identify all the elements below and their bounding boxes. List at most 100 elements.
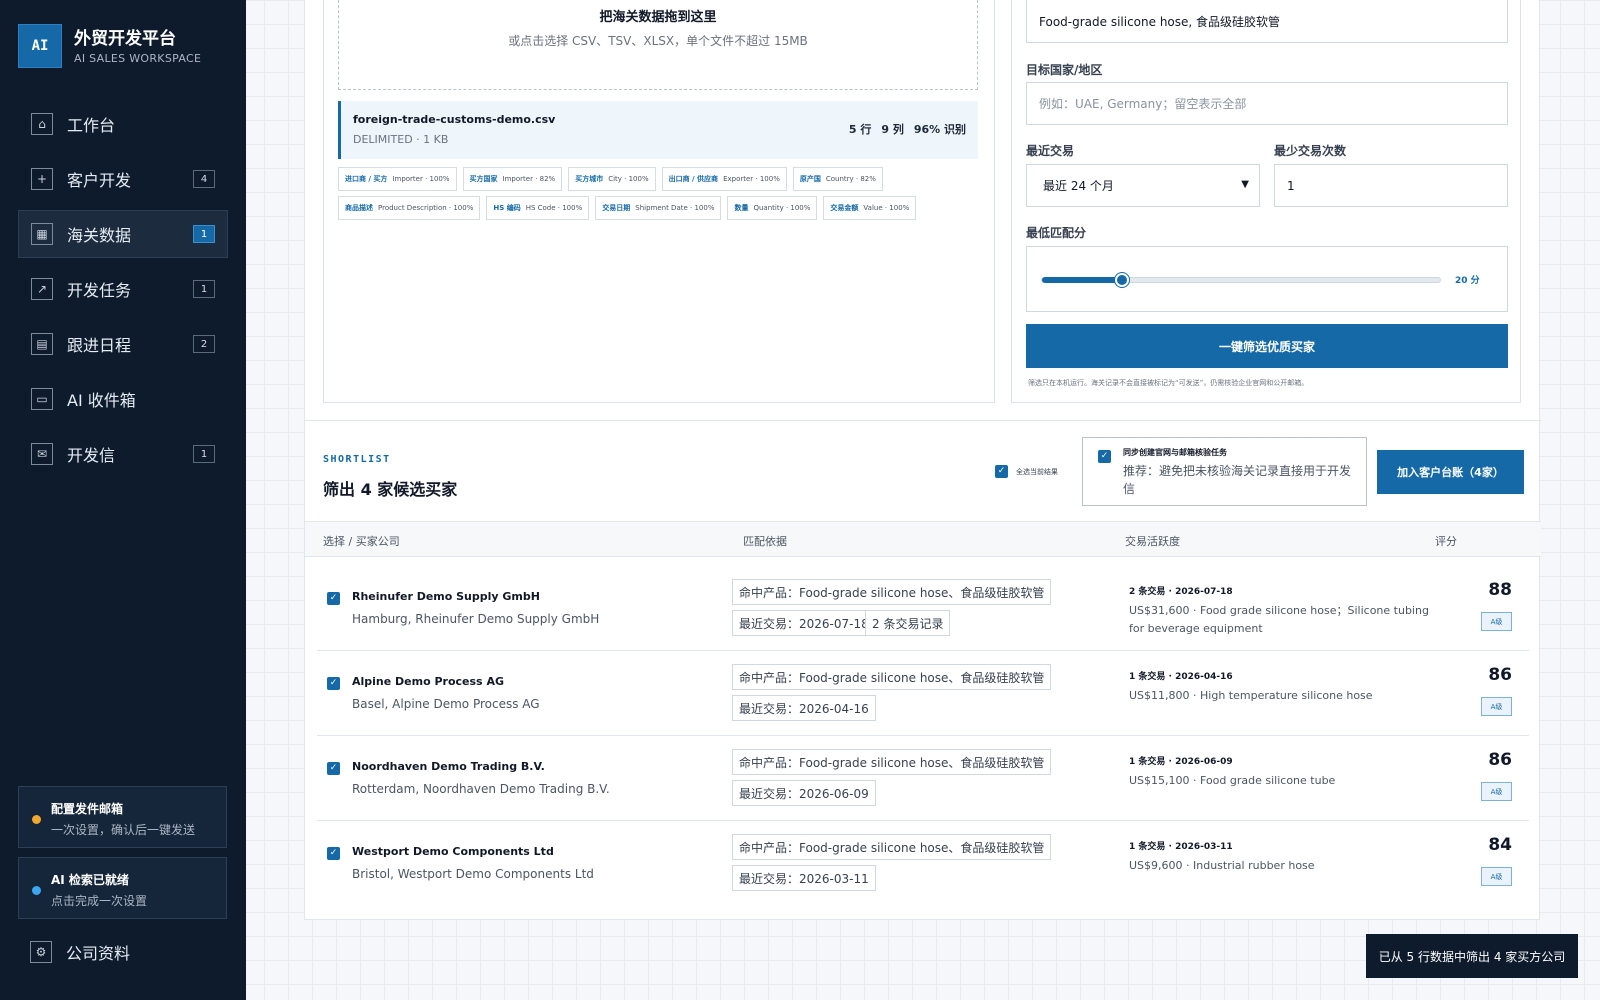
shortlist-title: 筛出 4 家候选买家 — [323, 480, 458, 499]
mapping-tag: 数量 Quantity · 100% — [727, 196, 818, 220]
sidebar-item-company-profile[interactable]: ⚙ 公司资料 — [30, 940, 130, 964]
table-row[interactable]: ✓ Westport Demo Components Ltd Bristol, We… — [317, 821, 1529, 906]
mapping-key: 商品描述 — [345, 204, 373, 212]
sync-verification-option[interactable]: ✓ 同步创建官网与邮箱核验任务 推荐：避免把未核验海关记录直接用于开发信 — [1082, 437, 1367, 506]
match-chip: 最近交易：2026-03-11 — [732, 865, 876, 891]
col-company: 选择 / 买家公司 — [323, 535, 400, 548]
sidebar-item-letters[interactable]: ✉ 开发信 1 — [18, 430, 228, 478]
row-checkbox[interactable]: ✓ — [327, 847, 340, 860]
mapping-tag: 买方国家 Importer · 82% — [462, 167, 563, 191]
sidebar-item-label: 跟进日程 — [67, 336, 132, 355]
mail-icon: ✉ — [31, 443, 53, 465]
status-title: AI 检索已就绪 — [51, 873, 129, 887]
mapping-key: HS 编码 — [493, 204, 521, 212]
column-count: 9 列 — [881, 123, 904, 136]
sidebar-item-tasks[interactable]: ↗ 开发任务 1 — [18, 265, 228, 313]
add-to-ledger-button[interactable]: 加入客户台账（4家） — [1377, 450, 1524, 494]
recent-trade-label: 最近交易 — [1026, 144, 1075, 158]
activity-desc: US$15,100 · Food grade silicone tube — [1129, 774, 1336, 787]
dropzone-title: 把海关数据拖到这里 — [599, 10, 717, 25]
select-all-label: 全选当前结果 — [1016, 467, 1058, 476]
file-dropzone[interactable]: 把海关数据拖到这里 或点击选择 CSV、TSV、XLSX，单个文件不超过 15M… — [338, 0, 978, 90]
table-row[interactable]: ✓ Rheinufer Demo Supply GmbH Hamburg, Rhei… — [317, 566, 1529, 651]
ai-search-card[interactable]: AI 检索已就绪 点击完成一次设置 — [18, 857, 227, 919]
col-activity: 交易活跃度 — [1125, 535, 1180, 548]
buyer-table: ✓ Rheinufer Demo Supply GmbH Hamburg, Rhei… — [317, 566, 1529, 906]
add-user-icon: + — [31, 168, 53, 190]
recent-trade-select[interactable]: 最近 24 个月 ▼ — [1026, 164, 1260, 207]
checkbox-checked[interactable]: ✓ — [995, 465, 1008, 478]
count-badge: 1 — [193, 445, 215, 463]
min-score-slider-box: 20 分 — [1026, 246, 1508, 312]
slider-thumb[interactable] — [1114, 273, 1129, 287]
mapping-tag: 买方城市 City · 100% — [568, 167, 656, 191]
section-divider — [305, 420, 1541, 421]
sidebar-item-inbox[interactable]: ▭ AI 收件箱 — [18, 375, 228, 423]
count-badge: 2 — [193, 335, 215, 353]
slider-fill — [1042, 277, 1122, 283]
uploaded-file: foreign-trade-customs-demo.csv DELIMITED… — [338, 101, 978, 159]
activity-desc: US$31,600 · Food grade silicone hose；Sil… — [1129, 604, 1429, 635]
table-row[interactable]: ✓ Noordhaven Demo Trading B.V. Rotterdam, … — [317, 736, 1529, 821]
table-header: 选择 / 买家公司 匹配依据 交易活跃度 评分 — [305, 521, 1541, 557]
match-chip: 命中产品：Food-grade silicone hose、食品级硅胶软管 — [732, 834, 1052, 860]
filter-buyers-button[interactable]: 一键筛选优质买家 — [1026, 324, 1508, 368]
company-name: Alpine Demo Process AG — [352, 675, 504, 688]
mapping-key: 交易日期 — [602, 204, 631, 212]
product-input[interactable]: Food-grade silicone hose, 食品级硅胶软管 — [1026, 0, 1508, 43]
activity-title: 2 条交易 · 2026-07-18 — [1129, 587, 1233, 597]
checkbox-checked[interactable]: ✓ — [1098, 450, 1111, 463]
grade-badge: A级 — [1481, 867, 1512, 886]
company-name: Noordhaven Demo Trading B.V. — [352, 760, 545, 773]
brand-title: 外贸开发平台 — [74, 28, 176, 49]
sidebar-item-label: 客户开发 — [67, 171, 132, 190]
score-value: 84 — [1488, 835, 1512, 855]
mapping-value: Exporter · 100% — [723, 175, 780, 183]
row-checkbox[interactable]: ✓ — [327, 592, 340, 605]
recognition-rate: 96% 识别 — [913, 123, 966, 136]
chevron-down-icon: ▼ — [1241, 179, 1249, 190]
mapping-key: 买方国家 — [469, 175, 498, 183]
table-row[interactable]: ✓ Alpine Demo Process AG Basel, Alpine Dem… — [317, 651, 1529, 736]
status-title: 配置发件邮箱 — [51, 802, 124, 816]
row-count: 5 行 — [848, 123, 872, 136]
country-label: 目标国家/地区 — [1026, 63, 1103, 77]
mapping-value: Country · 82% — [825, 175, 876, 183]
col-score: 评分 — [1435, 535, 1457, 548]
activity-title: 1 条交易 · 2026-03-11 — [1129, 842, 1233, 852]
sidebar-item-customs-data[interactable]: ▦ 海关数据 1 — [18, 210, 228, 258]
brand[interactable]: AI 外贸开发平台 AI SALES WORKSPACE — [18, 24, 201, 68]
mapping-key: 交易金额 — [830, 204, 859, 212]
mapping-value: Quantity · 100% — [753, 204, 811, 212]
country-input[interactable]: 例如：UAE, Germany；留空表示全部 — [1026, 82, 1508, 125]
company-location: Bristol, Westport Demo Components Ltd — [352, 867, 594, 881]
mailbox-setup-card[interactable]: 配置发件邮箱 一次设置，确认后一键发送 — [18, 786, 227, 848]
company-location: Hamburg, Rheinufer Demo Supply GmbH — [352, 612, 600, 626]
sidebar-item-label: 公司资料 — [66, 944, 131, 963]
mapping-tag: 交易金额 Value · 100% — [823, 196, 917, 220]
row-checkbox[interactable]: ✓ — [327, 762, 340, 775]
match-chip: 命中产品：Food-grade silicone hose、食品级硅胶软管 — [732, 664, 1052, 690]
min-score-slider[interactable] — [1041, 273, 1441, 287]
activity-title: 1 条交易 · 2026-06-09 — [1129, 757, 1233, 767]
match-chip: 2 条交易记录 — [865, 610, 951, 636]
sidebar-item-label: 工作台 — [67, 116, 116, 135]
gear-icon: ⚙ — [30, 941, 52, 963]
select-all-checkbox[interactable]: ✓ 全选当前结果 — [995, 465, 1058, 478]
mapping-key: 原产国 — [799, 175, 821, 183]
sidebar-item-workbench[interactable]: ⌂ 工作台 — [18, 100, 228, 148]
brand-logo: AI — [18, 24, 62, 68]
min-trades-label: 最少交易次数 — [1274, 144, 1347, 158]
match-chip: 最近交易：2026-07-18 — [732, 610, 876, 636]
table-icon: ▦ — [31, 223, 53, 245]
row-checkbox[interactable]: ✓ — [327, 677, 340, 690]
min-trades-input[interactable]: 1 — [1274, 164, 1508, 207]
sidebar-item-customers[interactable]: + 客户开发 4 — [18, 155, 228, 203]
mapping-value: City · 100% — [608, 175, 649, 183]
mapping-tag: 出口商 / 供应商 Exporter · 100% — [661, 167, 787, 191]
mapping-value: Importer · 82% — [502, 175, 556, 183]
shortlist-kicker: SHORTLIST — [323, 454, 391, 465]
company-location: Basel, Alpine Demo Process AG — [352, 697, 540, 711]
file-stats: 5 行 9 列 96% 识别 — [849, 121, 966, 137]
sidebar-item-schedule[interactable]: ▤ 跟进日程 2 — [18, 320, 228, 368]
